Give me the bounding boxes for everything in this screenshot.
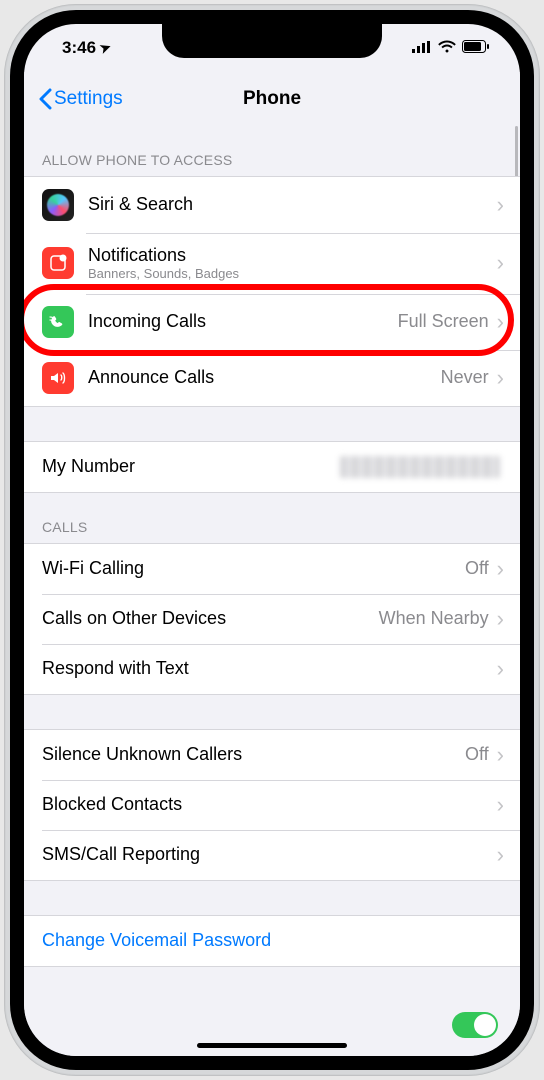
row-title: Silence Unknown Callers [42,744,465,766]
row-value: Off [465,744,489,765]
chevron-right-icon: › [497,794,504,816]
row-incoming-calls[interactable]: Incoming Calls Full Screen › [24,294,520,350]
row-title: SMS/Call Reporting [42,844,497,866]
row-title: Change Voicemail Password [42,930,504,952]
cellular-icon [412,38,432,58]
content[interactable]: ALLOW PHONE TO ACCESS Siri & Search › No… [24,126,520,1056]
chevron-right-icon: › [497,658,504,680]
row-title: Calls on Other Devices [42,608,379,630]
chevron-right-icon: › [497,608,504,630]
row-siri-search[interactable]: Siri & Search › [24,177,520,233]
row-calls-other-devices[interactable]: Calls on Other Devices When Nearby › [24,594,520,644]
chevron-right-icon: › [497,844,504,866]
status-time: 3:46 [62,38,96,58]
row-title: Incoming Calls [88,311,398,333]
row-title: Blocked Contacts [42,794,497,816]
chevron-right-icon: › [497,311,504,333]
section-header-allow: ALLOW PHONE TO ACCESS [24,126,520,176]
notifications-icon [42,247,74,279]
chevron-right-icon: › [497,194,504,216]
nav-bar: Settings Phone [24,72,520,126]
siri-icon [42,189,74,221]
row-title: Notifications [88,245,497,267]
list-my-number: My Number [24,441,520,493]
row-title: Wi-Fi Calling [42,558,465,580]
row-title: Siri & Search [88,194,497,216]
wifi-icon [438,38,456,58]
my-number-value-blurred [340,456,500,478]
row-my-number[interactable]: My Number [24,442,520,492]
phone-frame: 3:46 ➤ Settin [4,4,540,1076]
row-change-voicemail-password[interactable]: Change Voicemail Password [24,916,520,966]
row-value: Never [441,367,489,388]
list-allow: Siri & Search › Notifications Banners, S… [24,176,520,407]
status-right [412,38,490,58]
page-title: Phone [243,88,301,110]
location-icon: ➤ [98,39,114,58]
row-value: Full Screen [398,311,489,332]
chevron-right-icon: › [497,744,504,766]
row-notifications[interactable]: Notifications Banners, Sounds, Badges › [24,233,520,294]
row-value: When Nearby [379,608,489,629]
battery-icon [462,38,490,58]
announce-calls-icon [42,362,74,394]
row-subtitle: Banners, Sounds, Badges [88,267,497,282]
home-indicator[interactable] [197,1043,347,1048]
row-title: Respond with Text [42,658,497,680]
section-header-calls: CALLS [24,493,520,543]
partial-toggle[interactable] [452,1012,498,1038]
row-blocked-contacts[interactable]: Blocked Contacts › [24,780,520,830]
incoming-calls-icon [42,306,74,338]
row-value: Off [465,558,489,579]
list-callers: Silence Unknown Callers Off › Blocked Co… [24,729,520,881]
back-label: Settings [54,88,123,110]
row-respond-with-text[interactable]: Respond with Text › [24,644,520,694]
status-left: 3:46 ➤ [62,38,111,58]
chevron-right-icon: › [497,558,504,580]
list-calls: Wi-Fi Calling Off › Calls on Other Devic… [24,543,520,695]
row-wifi-calling[interactable]: Wi-Fi Calling Off › [24,544,520,594]
row-silence-unknown[interactable]: Silence Unknown Callers Off › [24,730,520,780]
row-sms-call-reporting[interactable]: SMS/Call Reporting › [24,830,520,880]
back-button[interactable]: Settings [38,88,123,110]
phone-bezel: 3:46 ➤ Settin [10,10,534,1070]
screen: 3:46 ➤ Settin [24,24,520,1056]
list-voicemail: Change Voicemail Password [24,915,520,967]
chevron-right-icon: › [497,367,504,389]
notch [162,24,382,58]
row-announce-calls[interactable]: Announce Calls Never › [24,350,520,406]
chevron-left-icon [38,88,52,110]
row-title: My Number [42,456,340,478]
row-title: Announce Calls [88,367,441,389]
chevron-right-icon: › [497,252,504,274]
